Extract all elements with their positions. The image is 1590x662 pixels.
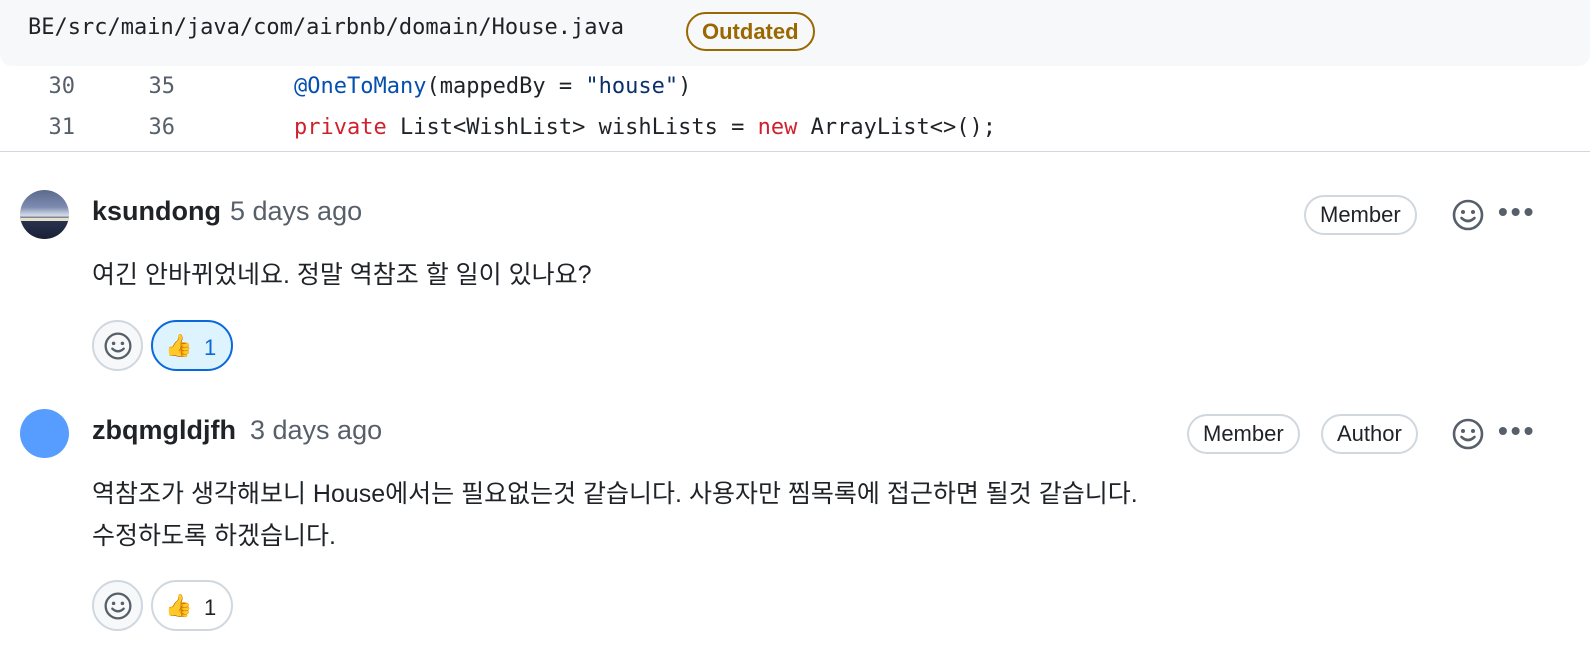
comment-body-line: 여긴 안바뀌었네요. 정말 역참조 할 일이 있나요?: [92, 261, 592, 289]
thumbs-up-reaction[interactable]: 👍 1: [151, 320, 233, 371]
code-text: @OneToMany(mappedBy = "house"): [294, 74, 691, 99]
code-string: "house": [585, 74, 679, 99]
kebab-horizontal-icon: •••: [1498, 415, 1537, 446]
code-end: ArrayList<>();: [797, 115, 997, 140]
comment-author[interactable]: ksundong: [92, 196, 221, 227]
code-annotation: @OneToMany: [294, 74, 427, 99]
comment-body-line: 수정하도록 하겠습니다.: [92, 522, 336, 550]
comment-timestamp[interactable]: 5 days ago: [230, 196, 362, 227]
avatar[interactable]: [20, 409, 69, 458]
comment-timestamp[interactable]: 3 days ago: [250, 415, 382, 446]
add-reaction-button[interactable]: [92, 580, 143, 631]
code-line: 31 36 private List<WishList> wishLists =…: [0, 115, 1590, 155]
avatar[interactable]: [20, 190, 69, 239]
author-badge: Author: [1321, 414, 1418, 454]
file-path[interactable]: BE/src/main/java/com/airbnb/domain/House…: [28, 15, 624, 40]
review-comment: zbqmgldjfh 3 days ago Member Author ••• …: [0, 372, 1590, 662]
smiley-icon: [104, 332, 132, 360]
new-line-number[interactable]: 35: [115, 74, 176, 99]
outdated-badge: Outdated: [686, 12, 815, 51]
comment-author[interactable]: zbqmgldjfh: [92, 415, 236, 446]
new-line-number[interactable]: 36: [115, 115, 176, 140]
member-badge: Member: [1304, 195, 1417, 235]
reaction-count: 1: [204, 595, 217, 620]
comment-body: 역참조가 생각해보니 House에서는 필요없는것 같습니다. 사용자만 찜목록…: [92, 473, 1138, 557]
code-middle: List<WishList> wishLists =: [386, 115, 758, 140]
code-line: 30 35 @OneToMany(mappedBy = "house"): [0, 74, 1590, 114]
review-comment: ksundong 5 days ago Member ••• 여긴 안바뀌었네요…: [0, 152, 1590, 372]
code-text: private List<WishList> wishLists = new A…: [294, 115, 996, 140]
thumbs-up-icon: 👍: [165, 333, 193, 358]
member-badge: Member: [1187, 414, 1300, 454]
thumbs-up-reaction[interactable]: 👍 1: [151, 580, 233, 631]
smiley-icon: [1452, 418, 1484, 450]
more-options-button[interactable]: •••: [1498, 196, 1536, 228]
code-keyword: new: [757, 115, 798, 140]
add-reaction-button[interactable]: [92, 320, 143, 371]
old-line-number[interactable]: 30: [15, 74, 76, 99]
code-snippet: 30 35 @OneToMany(mappedBy = "house") 31 …: [0, 66, 1590, 152]
more-options-button[interactable]: •••: [1498, 415, 1536, 447]
add-reaction-button[interactable]: [1451, 417, 1485, 451]
comment-body-line: 역참조가 생각해보니 House에서는 필요없는것 같습니다. 사용자만 찜목록…: [92, 480, 1138, 508]
old-line-number[interactable]: 31: [15, 115, 76, 140]
code-args: (mappedBy =: [426, 74, 586, 99]
reaction-count: 1: [204, 335, 217, 360]
comment-body: 여긴 안바뀌었네요. 정말 역참조 할 일이 있나요?: [92, 254, 592, 296]
code-paren-close: ): [678, 74, 692, 99]
kebab-horizontal-icon: •••: [1498, 196, 1537, 227]
file-header: BE/src/main/java/com/airbnb/domain/House…: [0, 0, 1590, 66]
thumbs-up-icon: 👍: [165, 593, 193, 618]
add-reaction-button[interactable]: [1451, 198, 1485, 232]
smiley-icon: [1452, 199, 1484, 231]
code-keyword: private: [294, 115, 387, 140]
smiley-icon: [104, 592, 132, 620]
